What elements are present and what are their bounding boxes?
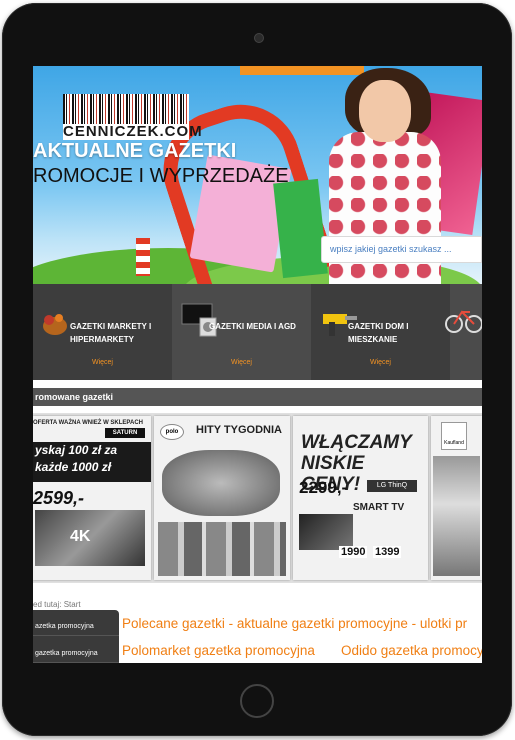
flyer-price: 2299,-	[299, 478, 348, 497]
barcode-icon	[63, 94, 189, 124]
product-image	[162, 450, 280, 516]
flyer-headline: HITY TYGODNIA	[196, 424, 282, 436]
store-logo: Kaufland	[441, 422, 467, 450]
screen: CENNICZEK.COM AKTUALNE GAZETKI ROMOCJE I…	[33, 66, 482, 663]
nav-accent-bar	[240, 66, 364, 75]
category-label: GAZETKI MARKETY I HIPERMARKETY	[70, 322, 152, 344]
flyer-top-text: OFERTA WAŻNA WNIEŻ W SKLEPACH	[33, 420, 143, 426]
page-heading: Polecane gazetki - aktualne gazetki prom…	[122, 616, 468, 631]
camera-dot	[254, 33, 264, 43]
flyer-badge: 4K	[70, 528, 91, 545]
breadcrumb: ed tutaj: Start	[33, 600, 81, 609]
product-label: SMART TV	[353, 502, 405, 513]
flyer-price: 1399	[373, 546, 402, 558]
more-link[interactable]: Więcej	[311, 359, 450, 366]
store-logo: SATURN	[105, 428, 145, 438]
category-home[interactable]: GAZETKI DOM I MIESZKANIE Więcej	[311, 284, 450, 380]
hero-subtitle: ROMOCJE I WYPRZEDAŻE	[33, 165, 289, 187]
flyer-polomarket[interactable]: polo HITY TYGODNIA	[154, 416, 290, 580]
tv-image: 4K	[35, 510, 145, 566]
flyer-electronics[interactable]: WŁĄCZAMY NISKIE CENY! 2299,- LG ThinQ SM…	[293, 416, 428, 580]
more-link[interactable]: Więcej	[172, 359, 311, 366]
brand-logo: LG ThinQ	[367, 480, 417, 492]
product-image	[158, 522, 286, 576]
site-logo[interactable]: CENNICZEK.COM	[63, 94, 203, 140]
woman-photo	[359, 80, 411, 142]
link-odido[interactable]: Odido gazetka promocyjna	[341, 643, 482, 658]
shopping-bag-illustration	[273, 178, 328, 279]
product-image	[433, 456, 480, 576]
candy-pole-illustration	[136, 238, 150, 276]
more-link[interactable]: Więcej	[33, 359, 172, 366]
category-strip: GAZETKI MARKETY I HIPERMARKETY Więcej GA…	[33, 284, 482, 380]
flyer-price: 1990	[339, 546, 368, 558]
search-input[interactable]: wpisz jakiej gazetki szukasz ...	[321, 236, 482, 263]
sidebar-item[interactable]: gazetka promocyjna	[33, 645, 119, 663]
hero-title: AKTUALNE GAZETKI	[33, 140, 237, 162]
bicycle-icon	[445, 310, 482, 333]
store-logo: polo	[160, 424, 184, 440]
sidebar: azetka promocyjna gazetka promocyjna	[33, 610, 119, 663]
flyer-kaufland[interactable]: Kaufland	[431, 416, 482, 580]
category-markets[interactable]: GAZETKI MARKETY I HIPERMARKETY Więcej	[33, 284, 172, 380]
category-label: GAZETKI DOM I MIESZKANIE	[348, 322, 409, 344]
flyer-headline: yskaj 100 zł za każde 1000 zł	[33, 442, 151, 482]
category-media-agd[interactable]: GAZETKI MEDIA I AGD Więcej	[172, 284, 311, 380]
tv-image	[299, 514, 353, 550]
flyer-price: 2599,-	[33, 488, 85, 508]
flyer-saturn[interactable]: OFERTA WAŻNA WNIEŻ W SKLEPACH SATURN ysk…	[33, 416, 151, 580]
promoted-heading: romowane gazetki	[33, 388, 482, 406]
home-button[interactable]	[240, 684, 274, 718]
sidebar-item[interactable]: azetka promocyjna	[33, 618, 119, 636]
category-label: GAZETKI MEDIA I AGD	[209, 322, 296, 331]
hero-banner: CENNICZEK.COM AKTUALNE GAZETKI ROMOCJE I…	[33, 66, 482, 284]
link-polomarket[interactable]: Polomarket gazetka promocyjna	[122, 643, 315, 658]
category-sport[interactable]	[445, 284, 482, 380]
logo-text: CENNICZEK.COM	[63, 123, 203, 140]
flyer-carousel: OFERTA WAŻNA WNIEŻ W SKLEPACH SATURN ysk…	[33, 413, 482, 583]
